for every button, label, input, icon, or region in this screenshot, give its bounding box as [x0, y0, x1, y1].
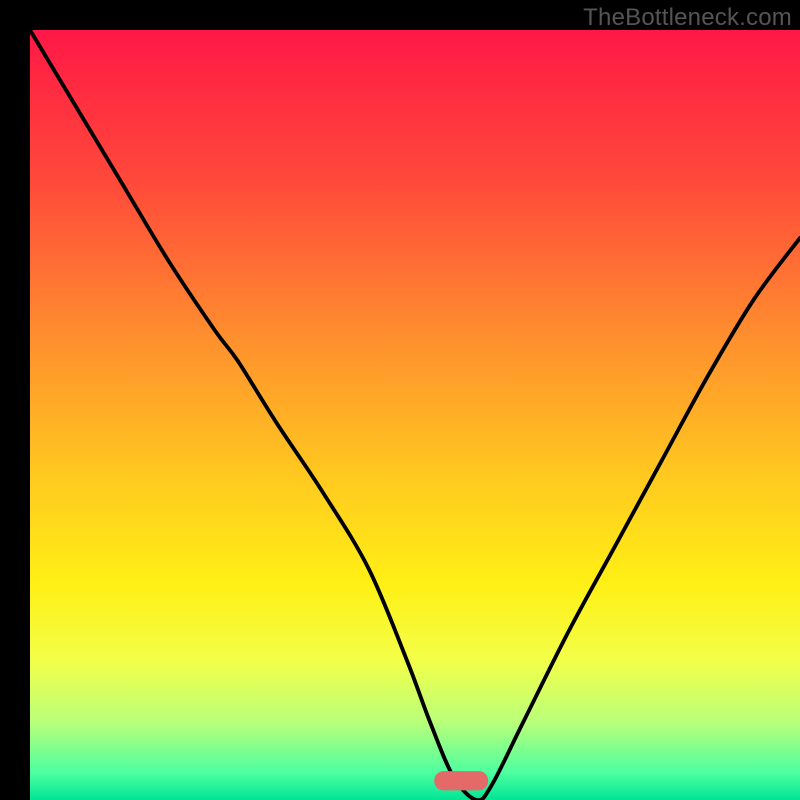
plot-area: [30, 30, 800, 800]
sweet-spot-marker: [434, 771, 488, 790]
watermark-text: TheBottleneck.com: [583, 4, 792, 32]
bottleneck-curve: [30, 30, 800, 800]
chart-frame: TheBottleneck.com: [0, 0, 800, 800]
